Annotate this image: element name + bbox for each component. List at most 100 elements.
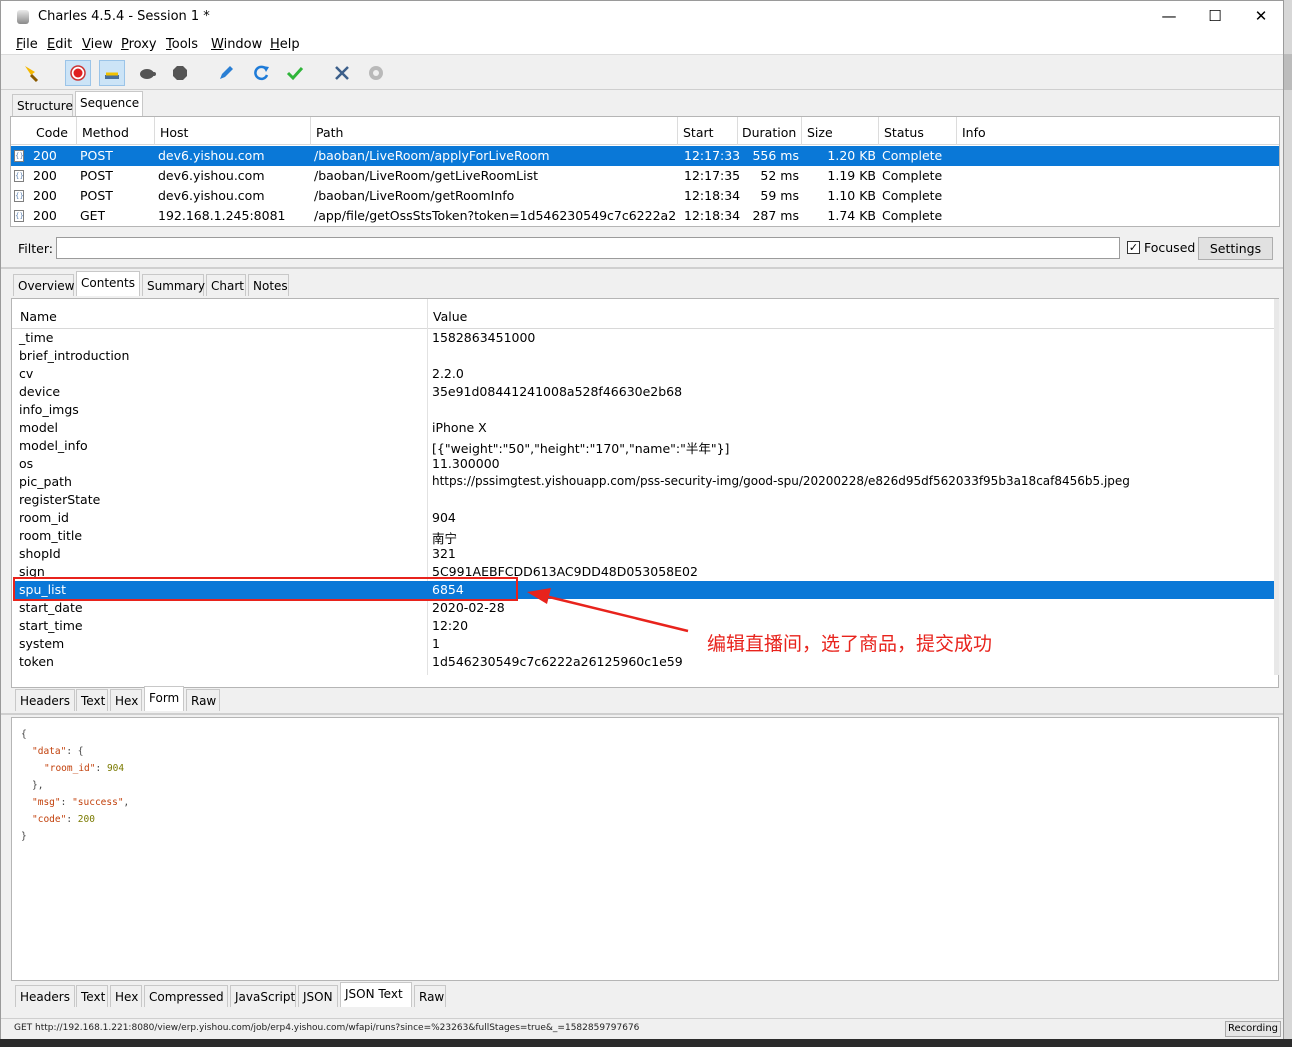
filter-input[interactable] bbox=[56, 237, 1120, 259]
annotation-text: 编辑直播间，选了商品，提交成功 bbox=[707, 633, 993, 655]
tab-response-compressed[interactable]: Compressed bbox=[144, 985, 228, 1007]
param-value: 1 bbox=[432, 636, 440, 651]
column-header-value[interactable]: Value bbox=[433, 309, 467, 324]
table-row[interactable]: {} 200 POST dev6.yishou.com /baoban/Live… bbox=[11, 186, 1279, 206]
tools-icon[interactable] bbox=[329, 60, 355, 86]
column-header-path[interactable]: Path bbox=[316, 125, 343, 140]
cell-host: dev6.yishou.com bbox=[158, 168, 265, 183]
param-row[interactable]: room_title 南宁 bbox=[15, 527, 1274, 546]
param-value: 2.2.0 bbox=[432, 366, 464, 381]
param-row[interactable]: system 1 bbox=[15, 635, 1274, 653]
recording-indicator[interactable]: Recording bbox=[1225, 1021, 1281, 1037]
tab-request-headers[interactable]: Headers bbox=[15, 689, 75, 711]
broom-icon[interactable] bbox=[18, 60, 44, 86]
tab-response-text[interactable]: Text bbox=[76, 985, 108, 1007]
turtle-icon[interactable] bbox=[134, 60, 160, 86]
menu-proxy-label: roxy bbox=[128, 37, 157, 52]
tab-response-headers[interactable]: Headers bbox=[15, 985, 75, 1007]
param-row[interactable]: device 35e91d08441241008a528f46630e2b68 bbox=[15, 383, 1274, 401]
record-icon[interactable] bbox=[65, 60, 91, 86]
column-header-duration[interactable]: Duration bbox=[742, 125, 796, 140]
throttle-icon[interactable] bbox=[99, 60, 125, 86]
menu-edit[interactable]: Edit bbox=[47, 37, 72, 52]
param-row[interactable]: model iPhone X bbox=[15, 419, 1274, 437]
pen-icon[interactable] bbox=[213, 60, 239, 86]
tab-response-raw[interactable]: Raw bbox=[414, 985, 446, 1007]
annotation-arrow bbox=[527, 588, 689, 633]
tab-request-text[interactable]: Text bbox=[76, 689, 108, 711]
menu-view[interactable]: View bbox=[82, 37, 113, 52]
column-header-method[interactable]: Method bbox=[82, 125, 129, 140]
param-value: 1d546230549c7c6222a26125960c1e59 bbox=[432, 654, 683, 669]
stop-icon[interactable] bbox=[167, 60, 193, 86]
menu-bar: File Edit View Proxy Tools Window Help bbox=[1, 33, 1283, 55]
param-row[interactable]: token 1d546230549c7c6222a26125960c1e59 bbox=[15, 653, 1274, 671]
param-row[interactable]: model_info [{"weight":"50","height":"170"… bbox=[15, 437, 1274, 456]
tab-chart[interactable]: Chart bbox=[206, 274, 246, 296]
cell-path: /app/file/getOssStsToken?token=1d5462305… bbox=[314, 208, 676, 223]
param-row[interactable]: room_id 904 bbox=[15, 509, 1274, 527]
menu-tools-label: ools bbox=[171, 37, 199, 52]
focused-checkbox[interactable]: ✓ bbox=[1127, 241, 1140, 254]
tab-sequence[interactable]: Sequence bbox=[75, 91, 143, 116]
json-close-brace: } bbox=[21, 831, 27, 842]
param-row[interactable]: brief_introduction bbox=[15, 347, 1274, 365]
settings-button[interactable]: Settings bbox=[1198, 237, 1273, 260]
outer-scrollbar[interactable] bbox=[1284, 54, 1292, 90]
tab-contents[interactable]: Contents bbox=[76, 271, 140, 296]
column-header-info[interactable]: Info bbox=[962, 125, 986, 140]
tab-request-hex[interactable]: Hex bbox=[110, 689, 142, 711]
column-header-host[interactable]: Host bbox=[160, 125, 188, 140]
tab-summary[interactable]: Summary bbox=[142, 274, 205, 296]
tab-response-json-text[interactable]: JSON Text bbox=[340, 982, 412, 1007]
tab-response-hex[interactable]: Hex bbox=[110, 985, 142, 1007]
settings-gear-icon[interactable] bbox=[363, 60, 389, 86]
tab-request-raw[interactable]: Raw bbox=[186, 689, 220, 711]
split-divider[interactable] bbox=[1, 713, 1283, 715]
menu-tools[interactable]: Tools bbox=[166, 37, 198, 52]
cell-host: 192.168.1.245:8081 bbox=[158, 208, 286, 223]
menu-window[interactable]: Window bbox=[211, 37, 262, 52]
table-row[interactable]: {} 200 GET 192.168.1.245:8081 /app/file/… bbox=[11, 206, 1279, 226]
param-name: pic_path bbox=[19, 474, 72, 489]
column-header-start[interactable]: Start bbox=[683, 125, 714, 140]
split-divider[interactable] bbox=[1, 267, 1283, 269]
param-name: model bbox=[19, 420, 58, 435]
tab-response-javascript[interactable]: JavaScript bbox=[230, 985, 296, 1007]
column-header-size[interactable]: Size bbox=[807, 125, 833, 140]
form-params-header: Name Value bbox=[12, 299, 1274, 329]
menu-help[interactable]: Help bbox=[270, 37, 300, 52]
param-row[interactable]: shopId 321 bbox=[15, 545, 1274, 563]
column-header-code[interactable]: Code bbox=[36, 125, 68, 140]
param-row[interactable]: _time 1582863451000 bbox=[15, 329, 1274, 347]
tab-request-form[interactable]: Form bbox=[144, 686, 184, 711]
param-row[interactable]: cv 2.2.0 bbox=[15, 365, 1274, 383]
check-icon[interactable] bbox=[282, 60, 308, 86]
vertical-scrollbar[interactable] bbox=[1274, 299, 1279, 675]
column-header-status[interactable]: Status bbox=[884, 125, 924, 140]
minimize-button[interactable]: — bbox=[1146, 1, 1192, 32]
tab-notes[interactable]: Notes bbox=[248, 274, 289, 296]
cell-size: 1.20 KB bbox=[827, 148, 876, 163]
request-doc-icon: {} bbox=[14, 210, 24, 222]
param-name: room_id bbox=[19, 510, 69, 525]
tab-overview[interactable]: Overview bbox=[13, 274, 75, 296]
param-row[interactable]: os 11.300000 bbox=[15, 455, 1274, 473]
table-row[interactable]: {} 200 POST dev6.yishou.com /baoban/Live… bbox=[11, 146, 1279, 166]
tab-structure[interactable]: Structure bbox=[12, 94, 73, 116]
menu-proxy[interactable]: Proxy bbox=[121, 37, 157, 52]
tab-response-json[interactable]: JSON bbox=[298, 985, 338, 1007]
param-name: info_imgs bbox=[19, 402, 79, 417]
param-name: os bbox=[19, 456, 34, 471]
status-text: GET http://192.168.1.221:8080/view/erp.y… bbox=[14, 1023, 640, 1033]
maximize-button[interactable]: ☐ bbox=[1192, 1, 1238, 32]
param-row[interactable]: registerState bbox=[15, 491, 1274, 509]
close-button[interactable]: ✕ bbox=[1238, 1, 1284, 32]
param-row[interactable]: info_imgs bbox=[15, 401, 1274, 419]
refresh-icon[interactable] bbox=[248, 60, 274, 86]
param-row[interactable]: pic_path https://pssimgtest.yishouapp.com… bbox=[15, 473, 1274, 491]
table-row[interactable]: {} 200 POST dev6.yishou.com /baoban/Live… bbox=[11, 166, 1279, 186]
param-name: token bbox=[19, 654, 54, 669]
menu-file[interactable]: File bbox=[16, 37, 38, 52]
column-header-name[interactable]: Name bbox=[20, 309, 57, 324]
